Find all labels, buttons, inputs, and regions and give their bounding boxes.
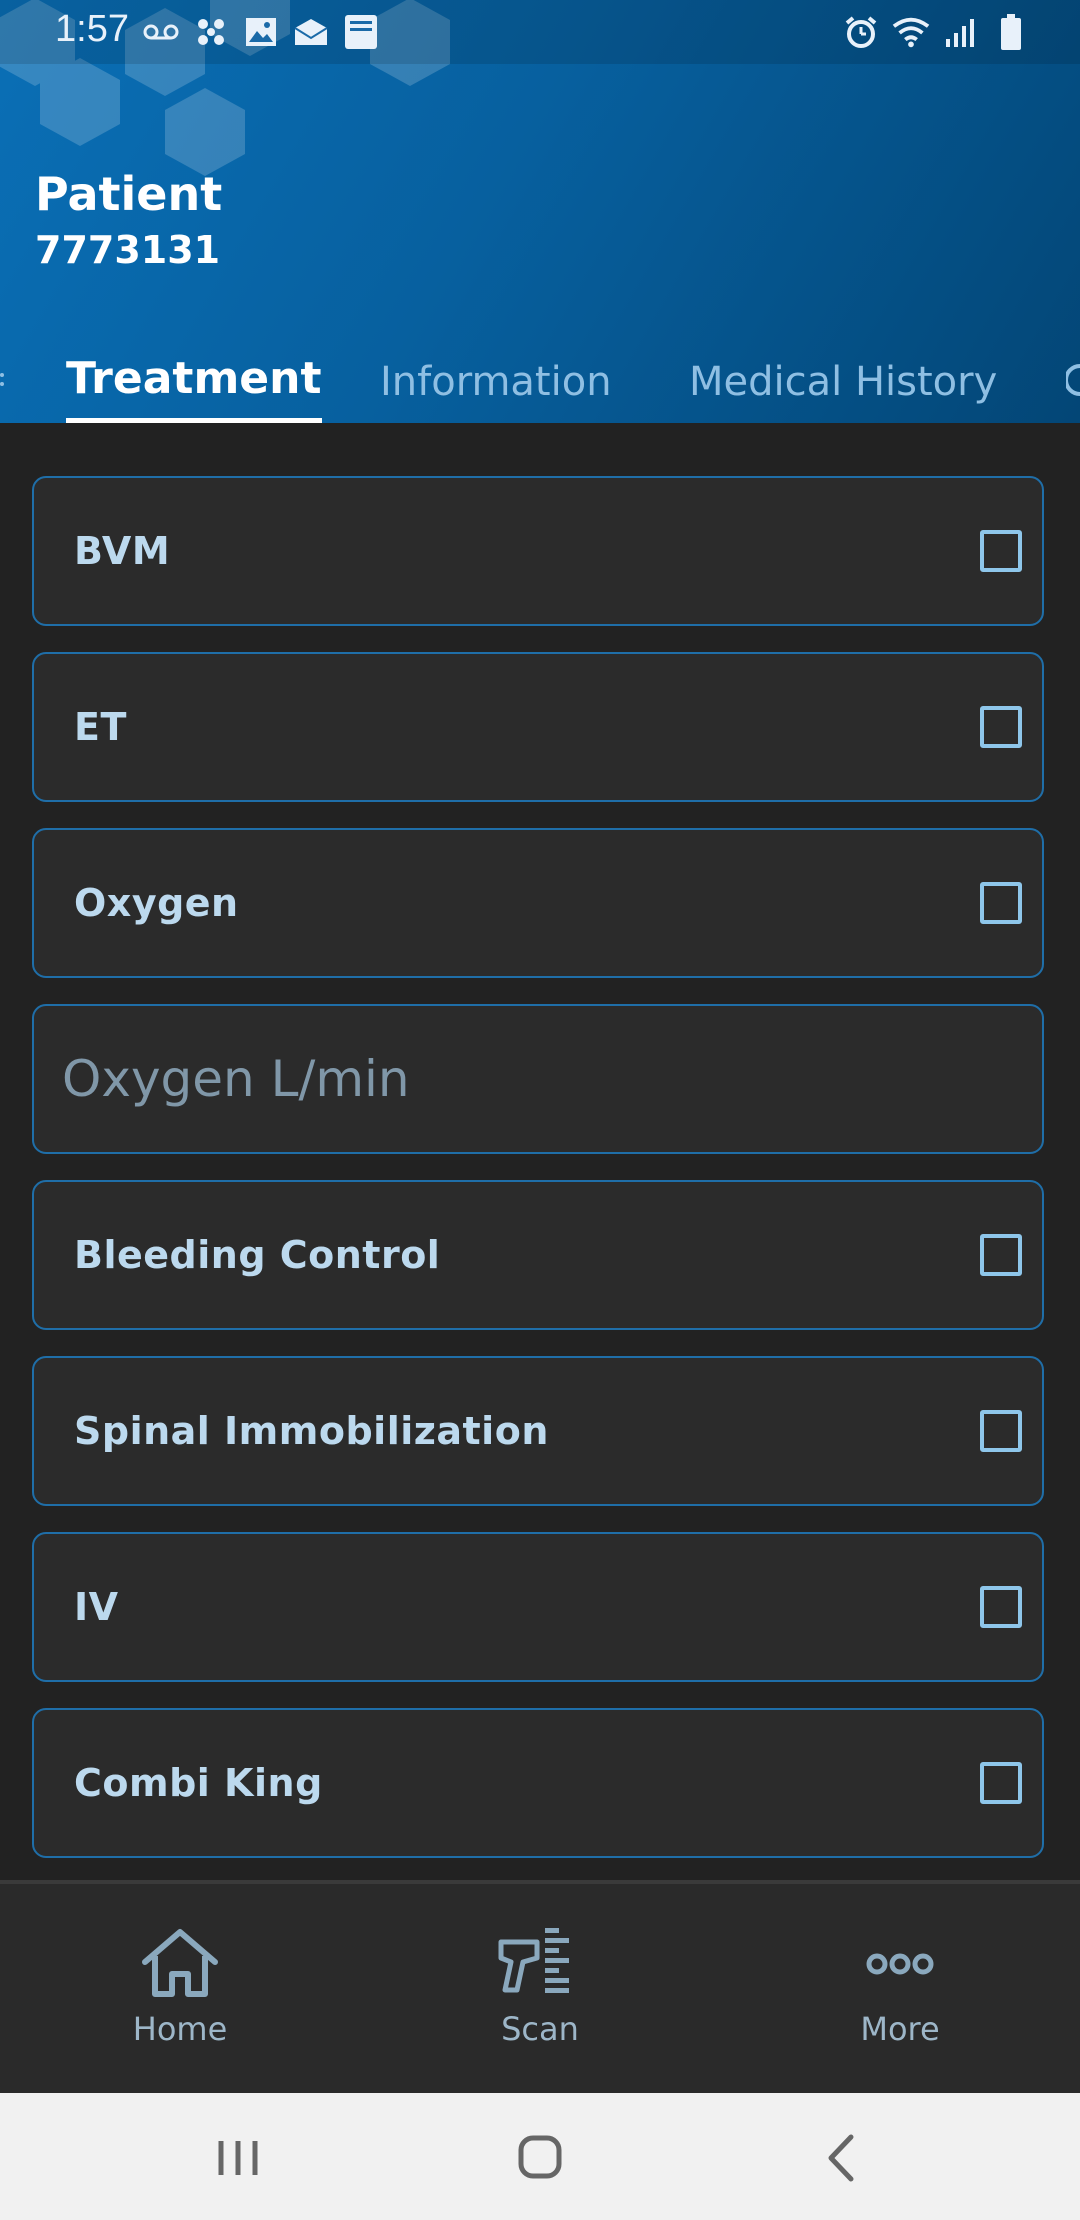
system-status-icons [842,12,1030,52]
treatment-item-et[interactable]: ET [32,652,1044,802]
treatment-label: Oxygen [74,881,239,925]
treatment-item-bleeding-control[interactable]: Bleeding Control [32,1180,1044,1330]
treatment-label: IV [74,1585,119,1629]
treatment-checkbox[interactable] [980,1410,1022,1452]
nav-home-label: Home [132,2010,228,2048]
fan-icon [192,13,230,51]
wifi-icon [892,13,930,51]
nav-scan-label: Scan [501,2010,579,2048]
tab-bar: Treatment Information Medical History [0,345,1080,423]
treatment-checkbox[interactable] [980,1762,1022,1804]
tab-treatment-label: Treatment [66,353,322,404]
treatment-item-bvm[interactable]: BVM [32,476,1044,626]
tab-treatment[interactable]: Treatment [66,345,322,423]
tab-information-label: Information [380,359,612,405]
home-icon [142,1929,218,1997]
barcode-scanner-icon [498,1928,569,1993]
treatment-list: BVM ET Oxygen Bleeding Control Spinal Im… [0,423,1080,1883]
oxygen-rate-field[interactable] [32,1004,1044,1154]
recent-apps-icon[interactable] [193,2123,283,2193]
battery-icon [992,13,1030,51]
treatment-item-iv[interactable]: IV [32,1532,1044,1682]
status-bar: 1:57 [0,0,1080,64]
treatment-checkbox[interactable] [980,1586,1022,1628]
tab-medical-history-label: Medical History [689,359,998,405]
bottom-navigation: Home Scan More [0,1880,1080,2093]
email-icon [292,13,330,51]
treatment-label: Spinal Immobilization [74,1409,549,1453]
bible-app-icon [342,13,380,51]
next-tab-edge[interactable] [1066,362,1080,398]
system-navigation-bar [0,2093,1080,2220]
treatment-label: BVM [74,529,171,573]
nav-home[interactable]: Home [80,1924,280,2074]
treatment-label: Combi King [74,1761,323,1805]
notification-icons [142,12,380,52]
more-dots-icon [866,1953,934,1975]
treatment-checkbox[interactable] [980,882,1022,924]
treatment-item-oxygen[interactable]: Oxygen [32,828,1044,978]
home-button-icon[interactable] [495,2123,585,2193]
nav-scan[interactable]: Scan [440,1924,640,2074]
treatment-label: Bleeding Control [74,1233,441,1277]
page-title: Patient [35,167,223,221]
alarm-icon [842,13,880,51]
treatment-item-combi-king[interactable]: Combi King [32,1708,1044,1858]
back-icon[interactable] [797,2123,887,2193]
patient-id: 7773131 [35,228,221,272]
image-icon [242,13,280,51]
nav-more-label: More [860,2010,940,2048]
patient-title-block: Patient 7773131 [35,165,222,273]
status-time: 1:57 [55,8,129,50]
treatment-label: ET [74,705,127,749]
treatment-checkbox[interactable] [980,706,1022,748]
oxygen-rate-input[interactable] [34,1006,1042,1152]
tab-medical-history[interactable]: Medical History [689,345,997,423]
treatment-checkbox[interactable] [980,1234,1022,1276]
signal-icon [942,13,980,51]
nav-more[interactable]: More [800,1924,1000,2074]
app-header: 1:57 Patient 7773131 Treatment Informati… [0,0,1080,423]
treatment-checkbox[interactable] [980,530,1022,572]
voicemail-icon [142,13,180,51]
treatment-item-spinal-immobilization[interactable]: Spinal Immobilization [32,1356,1044,1506]
tab-information[interactable]: Information [380,345,612,423]
